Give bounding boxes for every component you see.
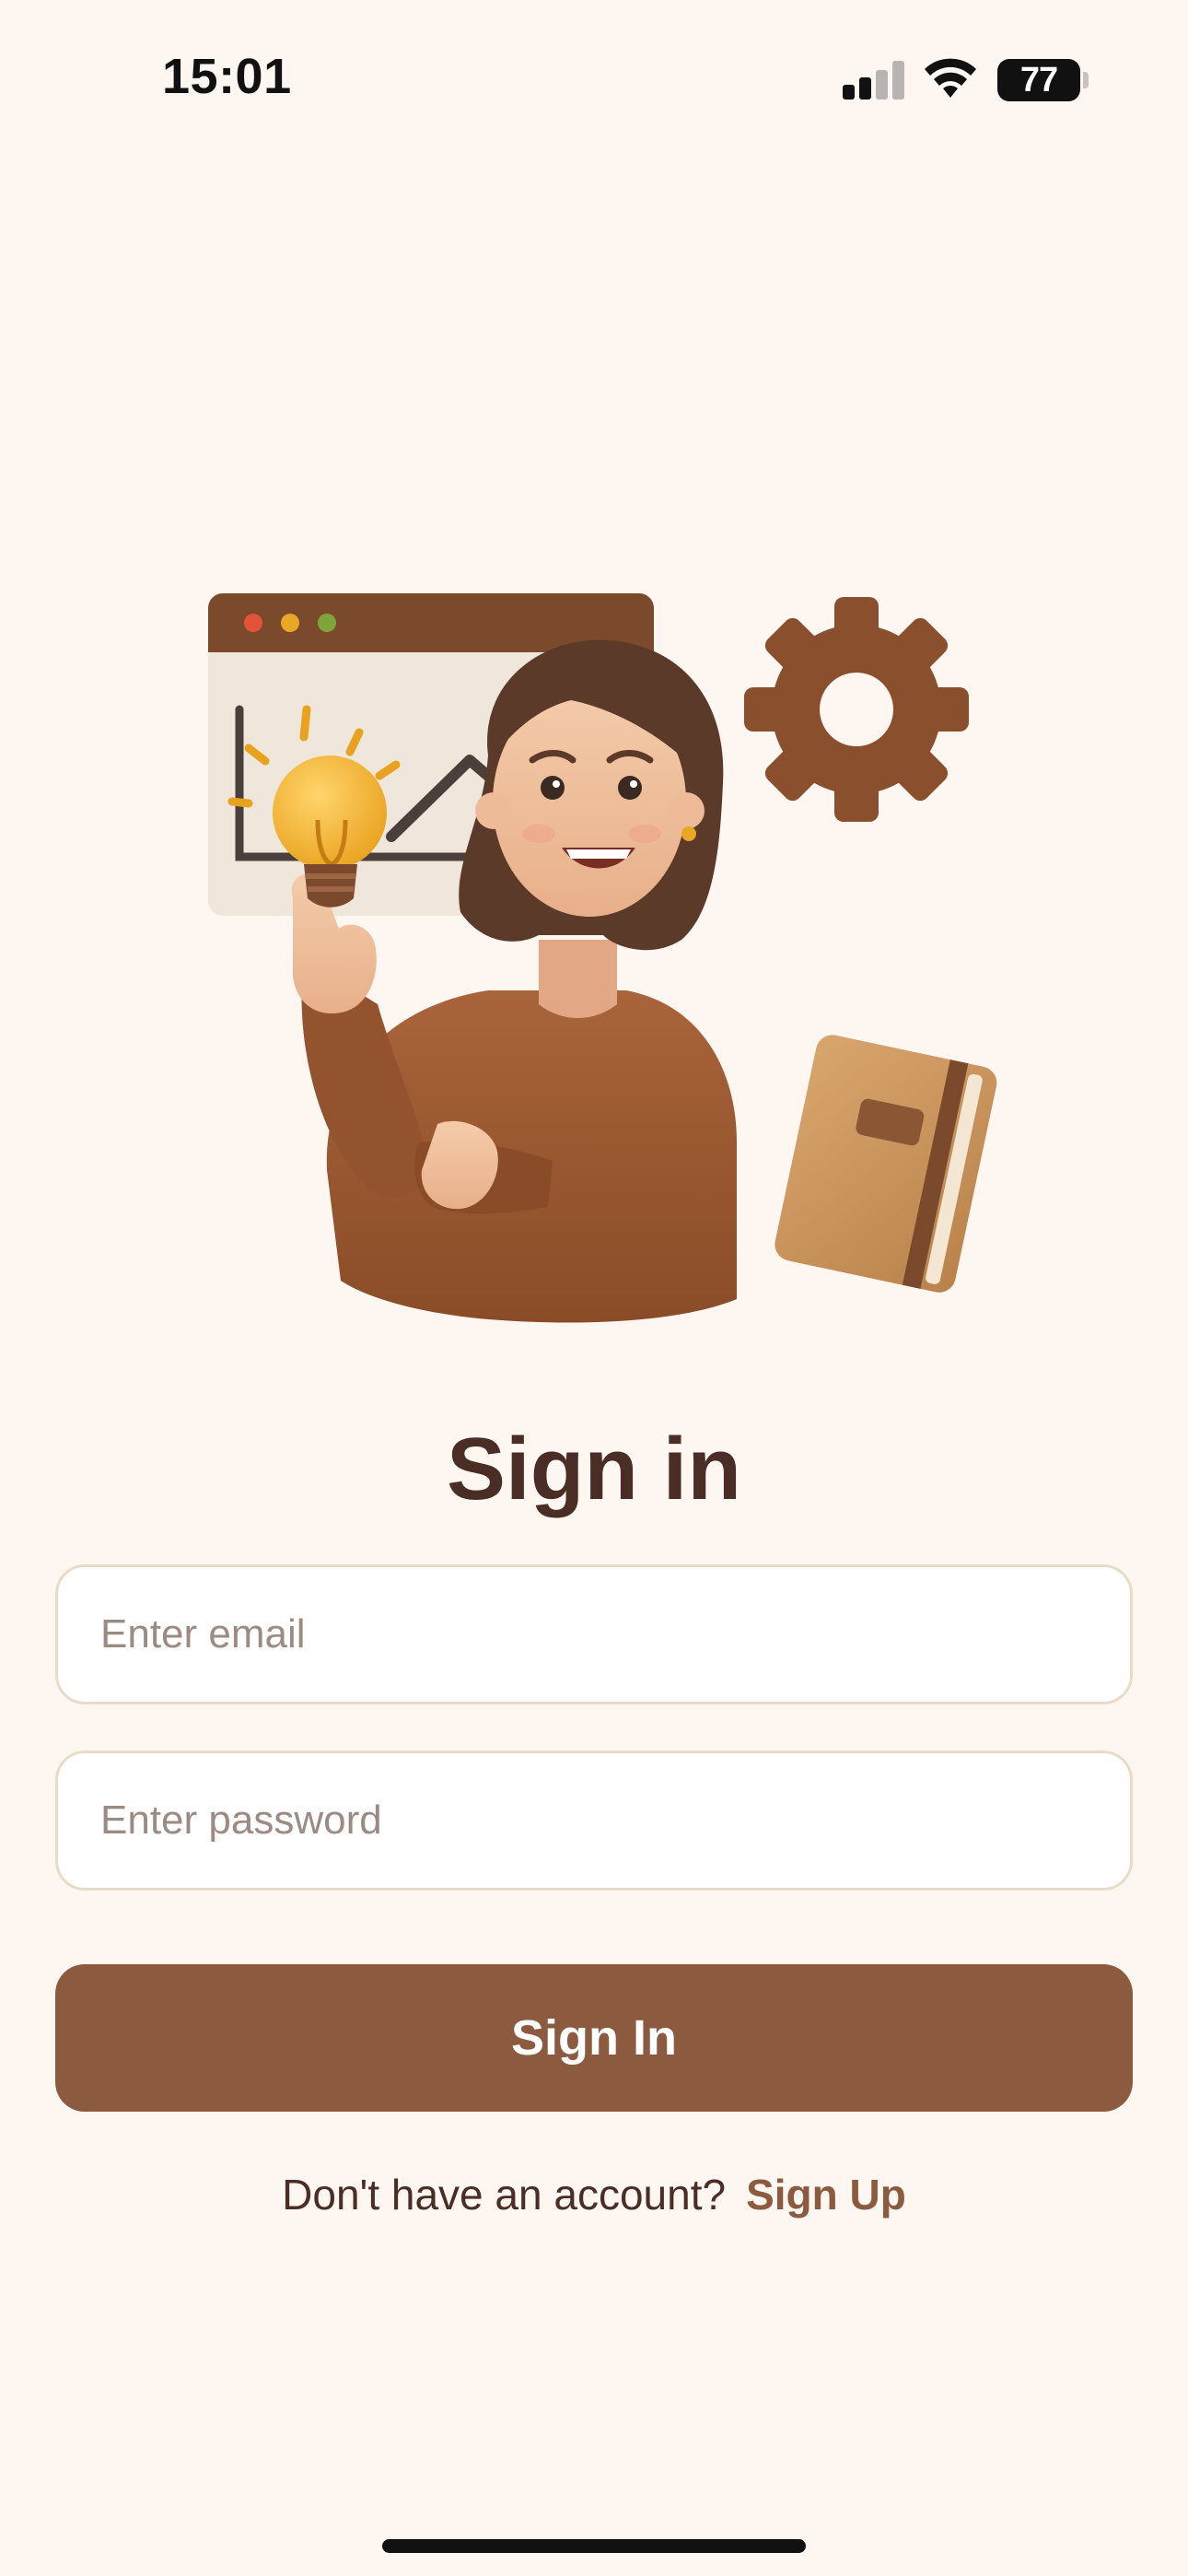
password-field[interactable] [55,1751,1133,1891]
battery-cap [1083,72,1089,88]
wifi-icon [925,58,976,98]
battery-level: 77 [1019,61,1058,100]
sign-up-prompt-text: Don't have an account? [282,2171,727,2219]
gear-icon [744,597,969,822]
page-title: Sign in [447,1420,741,1518]
sign-in-button[interactable]: Sign In [55,1964,1133,2112]
sign-up-link[interactable]: Sign Up [746,2171,906,2219]
status-time: 15:01 [162,49,292,104]
battery-icon: 77 [997,59,1080,101]
cellular-signal-icon [843,61,904,100]
email-input[interactable] [58,1567,1130,1702]
home-indicator[interactable] [382,2539,806,2553]
notebook-icon [775,1035,997,1293]
sign-up-prompt: Don't have an account? Sign Up [0,2170,1188,2219]
hero-illustration [208,593,997,1323]
password-input[interactable] [58,1753,1130,1888]
sign-in-screen: 15:01 77 Sign in Enter email Sign In Don… [0,0,1188,2576]
email-field[interactable] [55,1564,1133,1704]
